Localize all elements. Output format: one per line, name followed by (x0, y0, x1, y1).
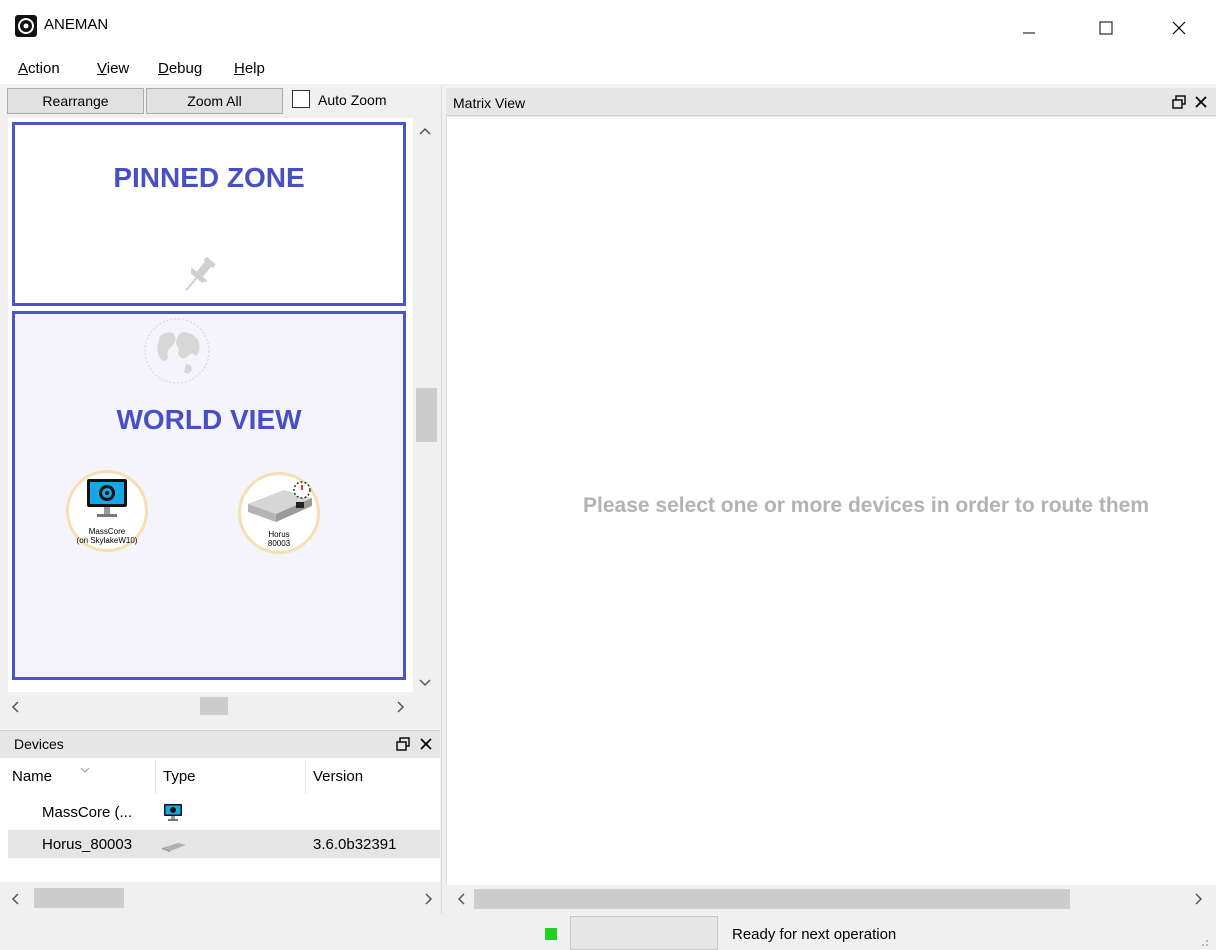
device-node-horus-id: 80003 (267, 539, 291, 548)
devices-panel-title: Devices (14, 736, 64, 752)
menu-action[interactable]: Action (18, 60, 60, 77)
rearrange-button[interactable]: Rearrange (7, 88, 144, 114)
canvas-horizontal-scroll-thumb[interactable] (200, 697, 228, 715)
close-icon (1172, 21, 1186, 35)
scroll-right-icon[interactable] (396, 700, 406, 716)
maximize-icon (1099, 21, 1113, 35)
devices-panel-header (0, 730, 440, 758)
float-panel-icon[interactable] (396, 737, 410, 754)
device-row-horus-name[interactable]: Horus_80003 (42, 836, 132, 853)
rack-device-icon (244, 478, 316, 531)
auto-zoom-checkbox[interactable] (292, 90, 310, 108)
menu-action-mnemonic: A (18, 60, 29, 77)
menu-action-label: ction (28, 60, 60, 77)
device-row-horus-version: 3.6.0b32391 (313, 836, 397, 853)
scroll-down-icon[interactable] (419, 676, 431, 691)
menu-help-mnemonic: H (234, 60, 245, 77)
maximize-button[interactable] (1083, 10, 1129, 46)
auto-zoom-label[interactable]: Auto Zoom (318, 92, 386, 108)
menu-view-mnemonic: V (97, 60, 107, 77)
computer-icon (163, 803, 183, 826)
scroll-right-icon[interactable] (1194, 892, 1204, 908)
column-header-version[interactable]: Version (313, 768, 363, 785)
menu-debug-mnemonic: D (158, 60, 169, 77)
pushpin-icon (176, 252, 222, 301)
matrix-empty-message: Please select one or more devices in ord… (583, 494, 1150, 517)
close-panel-icon[interactable] (1195, 95, 1207, 111)
menu-view-label: iew (106, 60, 130, 77)
sort-chevron-icon (80, 760, 90, 776)
scroll-right-icon[interactable] (424, 892, 434, 908)
menu-view[interactable]: View (97, 60, 129, 77)
status-progress-box (570, 916, 718, 950)
zoom-all-button[interactable]: Zoom All (146, 88, 283, 114)
rack-device-icon (160, 840, 188, 856)
devices-horizontal-scroll-thumb[interactable] (34, 888, 124, 908)
column-separator[interactable] (155, 760, 156, 794)
canvas-vertical-scroll-thumb[interactable] (416, 388, 437, 442)
minimize-button[interactable] (1006, 10, 1052, 46)
matrix-horizontal-scroll-thumb[interactable] (474, 889, 1070, 909)
resize-grip-icon[interactable] (1196, 934, 1210, 950)
close-panel-icon[interactable] (420, 737, 432, 753)
device-node-horus-name: Horus (268, 530, 290, 539)
window-title: ANEMAN (44, 16, 109, 33)
minimize-icon (1023, 32, 1035, 34)
pinned-zone-title: PINNED ZONE (113, 162, 305, 193)
menu-help-label: elp (244, 60, 265, 77)
menu-help[interactable]: Help (234, 60, 265, 77)
scroll-left-icon[interactable] (10, 700, 20, 716)
computer-icon (86, 478, 128, 525)
scroll-left-icon[interactable] (456, 892, 466, 908)
device-node-masscore-name: MassCore (88, 527, 126, 536)
column-header-name[interactable]: Name (12, 768, 52, 785)
scroll-left-icon[interactable] (10, 892, 20, 908)
status-indicator-icon (545, 928, 557, 940)
globe-icon (142, 316, 212, 389)
device-row-masscore-name[interactable]: MassCore (... (42, 804, 132, 821)
column-header-type[interactable]: Type (163, 768, 196, 785)
column-separator[interactable] (305, 760, 306, 794)
menu-debug-label: ebug (168, 60, 203, 77)
matrix-view-header (446, 88, 1216, 116)
aneman-logo-icon (14, 14, 38, 38)
menu-debug[interactable]: Debug (158, 60, 202, 77)
close-button[interactable] (1156, 10, 1202, 46)
status-message: Ready for next operation (732, 926, 897, 943)
matrix-view-title: Matrix View (453, 95, 526, 111)
device-node-masscore-host: (on SkylakeW10) (76, 536, 138, 545)
float-panel-icon[interactable] (1172, 95, 1186, 112)
world-view-title: WORLD VIEW (116, 404, 302, 435)
panel-splitter[interactable] (441, 86, 442, 914)
scroll-up-icon[interactable] (419, 124, 431, 139)
